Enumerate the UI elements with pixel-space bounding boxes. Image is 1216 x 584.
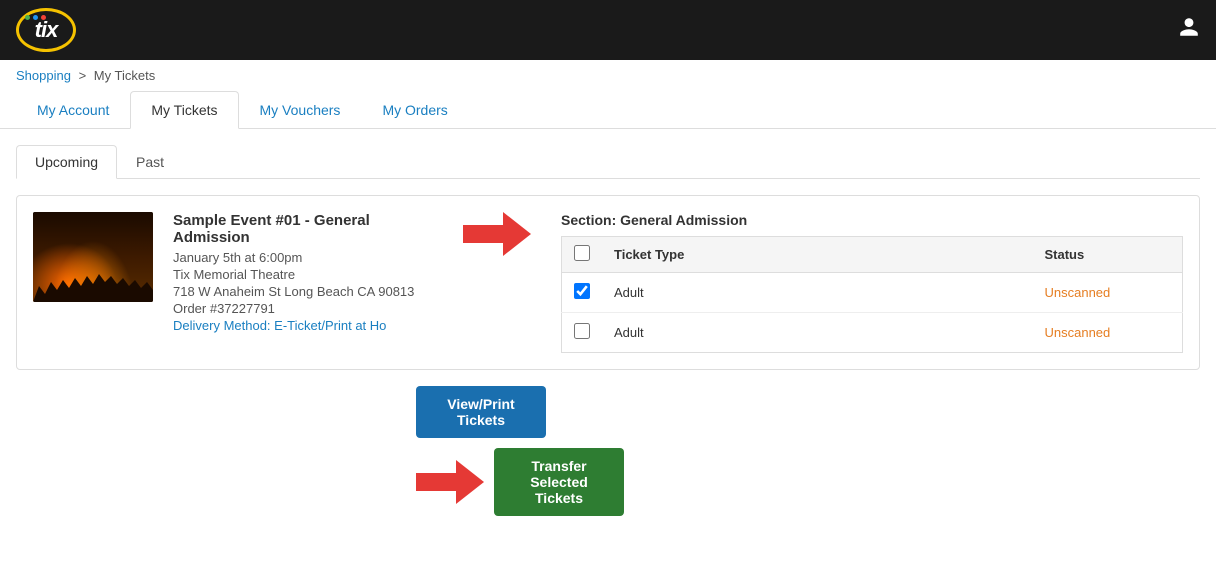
tab-my-orders[interactable]: My Orders	[361, 91, 468, 129]
transfer-button[interactable]: TransferSelectedTickets	[494, 448, 624, 516]
delivery-value: E-Ticket/Print at Ho	[274, 318, 386, 333]
row2-status: Unscanned	[1033, 313, 1183, 353]
dot-green	[25, 15, 30, 20]
table-row: Adult Unscanned	[562, 313, 1183, 353]
arrow-container	[463, 212, 531, 256]
tab-my-vouchers[interactable]: My Vouchers	[239, 91, 362, 129]
col-header-type: Ticket Type	[602, 237, 1033, 273]
view-print-button[interactable]: View/PrintTickets	[416, 386, 546, 438]
tab-upcoming[interactable]: Upcoming	[16, 145, 117, 179]
breadcrumb-separator: >	[79, 68, 87, 83]
row2-checkbox[interactable]	[574, 323, 590, 339]
buttons-section: View/PrintTickets TransferSelectedTicket…	[16, 386, 1200, 516]
arrow-shaft	[463, 225, 503, 243]
logo: tix	[16, 8, 76, 52]
event-order: Order #37227791	[173, 301, 433, 316]
event-date: January 5th at 6:00pm	[173, 250, 433, 265]
section-header: Section: General Admission	[561, 212, 1183, 228]
col-header-checkbox	[562, 237, 603, 273]
arrow2-head	[456, 460, 484, 504]
row2-checkbox-cell	[562, 313, 603, 353]
dot-blue	[33, 15, 38, 20]
event-title: Sample Event #01 - General Admission	[173, 212, 433, 246]
breadcrumb-current: My Tickets	[94, 68, 155, 83]
event-address: 718 W Anaheim St Long Beach CA 90813	[173, 284, 433, 299]
arrow2-shaft	[416, 473, 456, 491]
arrow-head	[503, 212, 531, 256]
transfer-row: TransferSelectedTickets	[416, 448, 624, 516]
arrow-right-1	[463, 212, 531, 256]
event-delivery: Delivery Method: E-Ticket/Print at Ho	[173, 318, 433, 333]
inner-tab-bar: Upcoming Past	[16, 145, 1200, 179]
tab-past[interactable]: Past	[117, 145, 183, 179]
logo-oval: tix	[16, 8, 76, 52]
dot-red	[41, 15, 46, 20]
arrow-right-2	[416, 460, 484, 504]
select-all-checkbox[interactable]	[574, 245, 590, 261]
outer-tab-bar: My Account My Tickets My Vouchers My Ord…	[0, 91, 1216, 129]
main-content: Upcoming Past Sample Event #01 - General…	[0, 129, 1216, 532]
event-image-crowd	[33, 212, 153, 302]
breadcrumb-shopping[interactable]: Shopping	[16, 68, 71, 83]
tab-my-account[interactable]: My Account	[16, 91, 130, 129]
tab-my-tickets[interactable]: My Tickets	[130, 91, 238, 129]
row1-status: Unscanned	[1033, 273, 1183, 313]
table-header-row: Ticket Type Status	[562, 237, 1183, 273]
user-icon[interactable]	[1178, 16, 1200, 44]
event-image	[33, 212, 153, 302]
event-venue: Tix Memorial Theatre	[173, 267, 433, 282]
table-row: Adult Unscanned	[562, 273, 1183, 313]
col-header-status: Status	[1033, 237, 1183, 273]
row1-checkbox[interactable]	[574, 283, 590, 299]
event-details: Sample Event #01 - General Admission Jan…	[173, 212, 433, 333]
logo-dots	[25, 15, 46, 20]
row2-type: Adult	[602, 313, 1033, 353]
row1-type: Adult	[602, 273, 1033, 313]
event-container: Sample Event #01 - General Admission Jan…	[16, 195, 1200, 370]
tickets-section: Section: General Admission Ticket Type S…	[561, 212, 1183, 353]
logo-text: tix	[35, 17, 58, 43]
row1-checkbox-cell	[562, 273, 603, 313]
breadcrumb: Shopping > My Tickets	[0, 60, 1216, 91]
tickets-table: Ticket Type Status Adult Unscanned	[561, 236, 1183, 353]
crowd-silhouette	[33, 262, 153, 302]
site-header: tix	[0, 0, 1216, 60]
